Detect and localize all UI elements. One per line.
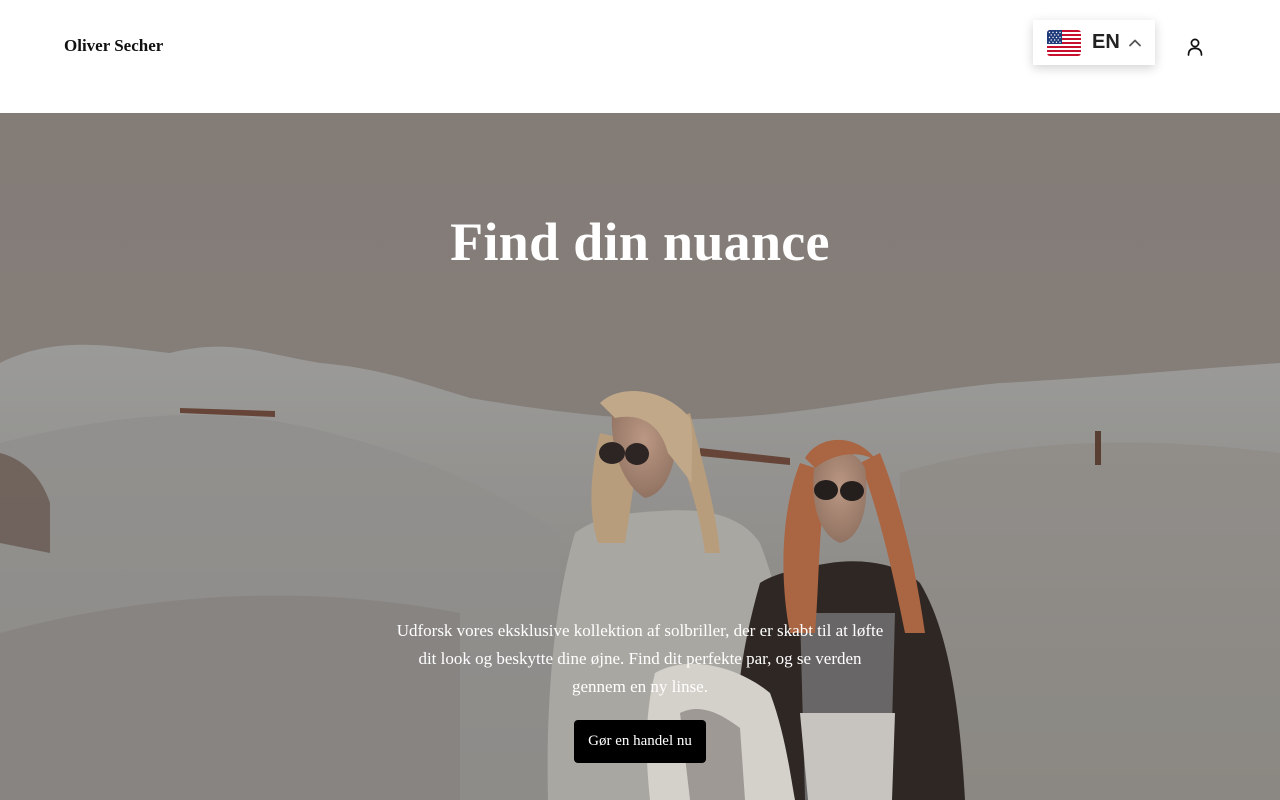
brand-logo[interactable]: Oliver Secher xyxy=(64,36,163,56)
chevron-up-icon xyxy=(1128,39,1141,46)
language-code: EN xyxy=(1092,31,1120,53)
hero-title: Find din nuance xyxy=(450,212,830,272)
shop-now-button[interactable]: Gør en handel nu xyxy=(574,720,706,763)
hero-banner: Find din nuance Udforsk vores eksklusive… xyxy=(0,113,1280,800)
site-header: Oliver Secher EN xyxy=(0,0,1280,113)
hero-description: Udforsk vores eksklusive kollektion af s… xyxy=(396,621,884,696)
user-icon[interactable] xyxy=(1182,34,1208,60)
language-selector[interactable]: EN xyxy=(1033,20,1155,65)
us-flag-icon xyxy=(1047,29,1081,56)
